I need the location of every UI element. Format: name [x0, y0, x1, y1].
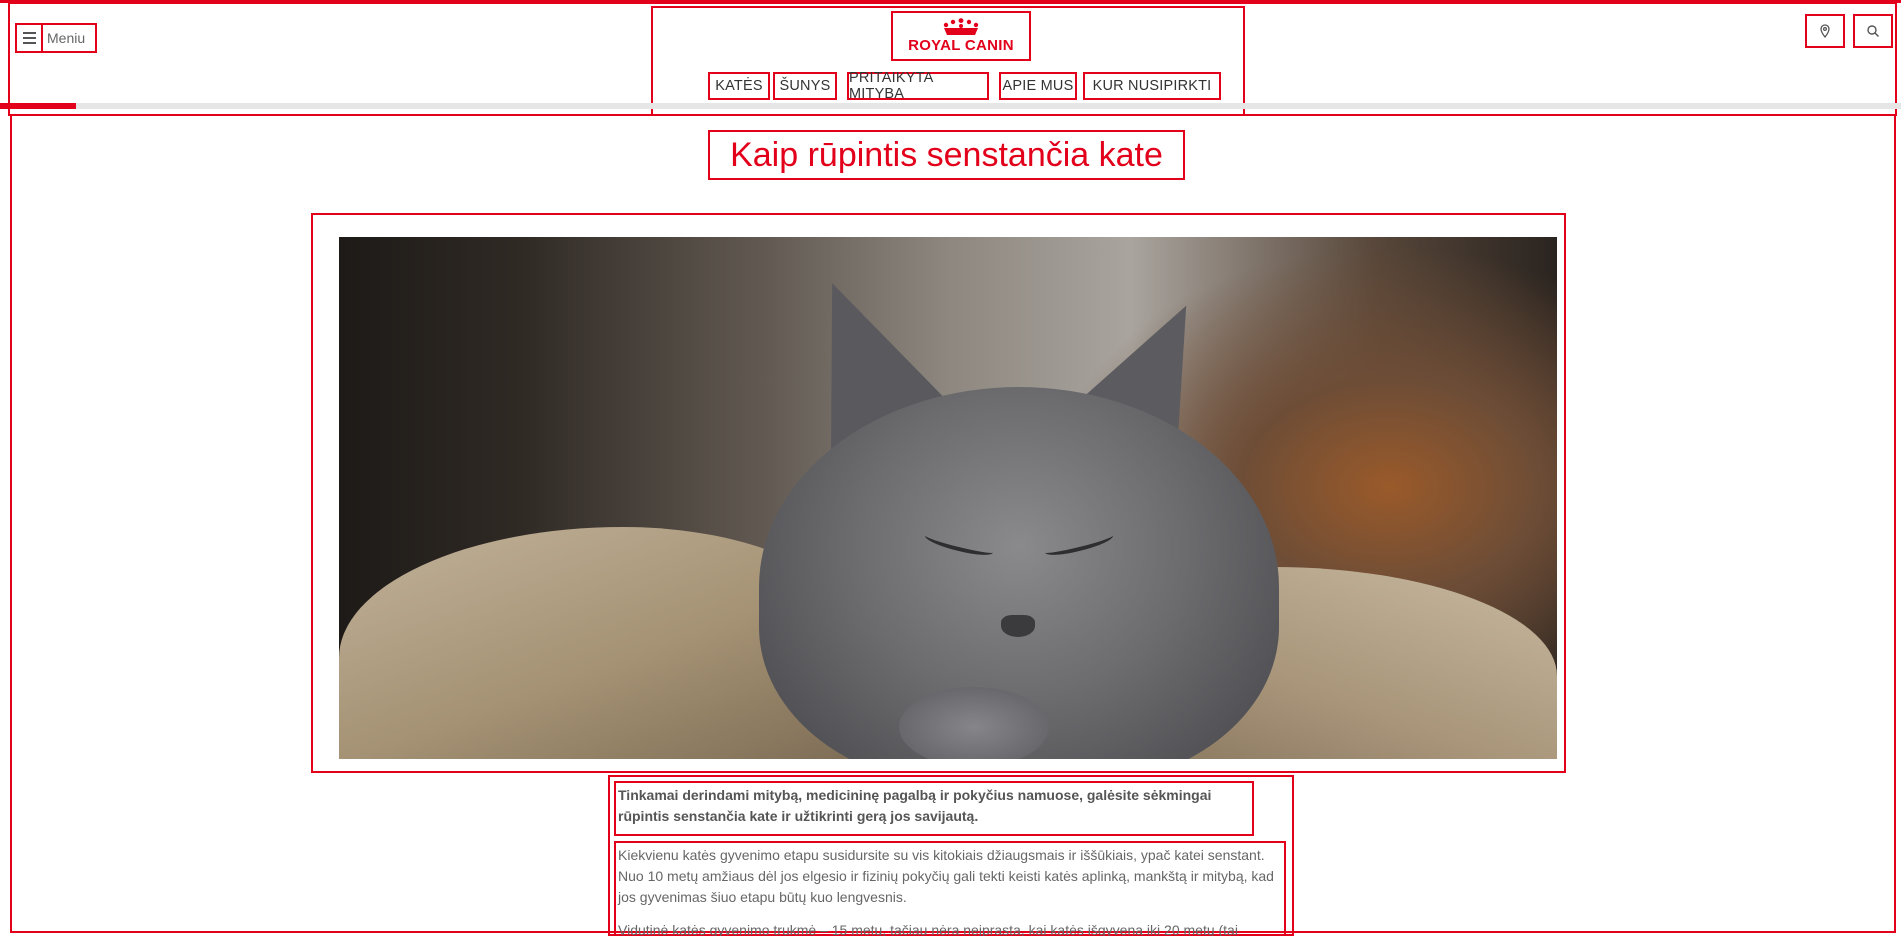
- nav-item-where-to-buy[interactable]: KUR NUSIPIRKTI: [1083, 72, 1221, 100]
- header-center: ROYAL CANIN KATĖS ŠUNYS PRITAIKYTA MITYB…: [651, 6, 1245, 116]
- search-button[interactable]: [1853, 14, 1893, 48]
- store-locator-button[interactable]: [1805, 14, 1845, 48]
- nav-item-tailored-nutrition[interactable]: PRITAIKYTA MITYBA: [847, 70, 989, 102]
- article-body: Kiekvienu katės gyvenimo etapu susidursi…: [614, 841, 1286, 936]
- main-nav: KATĖS ŠUNYS PRITAIKYTA MITYBA APIE MUS K…: [653, 70, 1243, 102]
- logo-text: ROYAL CANIN: [908, 37, 1014, 54]
- royal-canin-logo[interactable]: ROYAL CANIN: [891, 11, 1031, 61]
- site-header: Meniu ROYAL CANIN KATĖS ŠUNYS PRITAIKYTA…: [8, 2, 1897, 116]
- article-paragraph: Kiekvienu katės gyvenimo etapu susidursi…: [618, 847, 1274, 905]
- reading-progress-fill: [0, 103, 77, 109]
- location-pin-icon: [1820, 24, 1830, 38]
- hero-image-sleeping-cat: [339, 237, 1557, 759]
- article-paragraph: Vidutinė katės gyvenimo trukmė – 15 metų…: [618, 922, 1238, 936]
- menu-label[interactable]: Meniu: [43, 30, 95, 46]
- crown-icon: [943, 18, 979, 35]
- page-title: Kaip rūpintis senstančia kate: [708, 130, 1185, 180]
- nav-item-cats[interactable]: KATĖS: [708, 72, 770, 100]
- search-icon: [1867, 25, 1880, 38]
- hero-image-container: [311, 213, 1566, 773]
- menu-button[interactable]: Meniu: [15, 23, 98, 53]
- article-content: Tinkamai derindami mitybą, medicininę pa…: [608, 775, 1294, 936]
- article-lead: Tinkamai derindami mitybą, medicininę pa…: [614, 781, 1254, 836]
- nav-item-dogs[interactable]: ŠUNYS: [773, 72, 837, 100]
- reading-progress-track: [0, 103, 1901, 109]
- nav-item-about-us[interactable]: APIE MUS: [999, 72, 1077, 100]
- hamburger-icon[interactable]: [17, 25, 43, 51]
